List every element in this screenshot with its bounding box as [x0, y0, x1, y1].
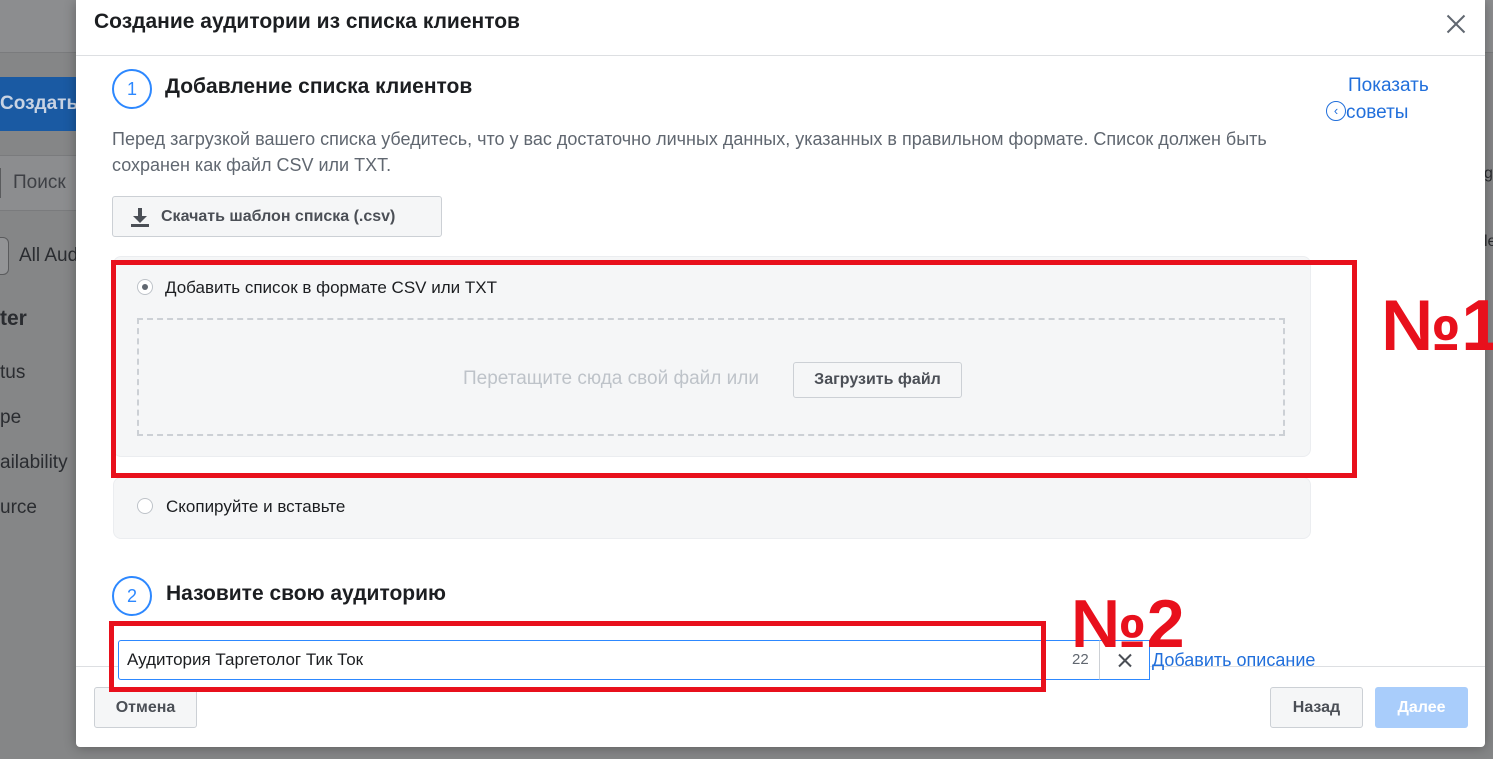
create-audience-button: Создать а	[0, 77, 78, 131]
add-description-link[interactable]: Добавить описание	[1152, 650, 1315, 671]
filter-heading: ter	[0, 307, 27, 330]
close-icon[interactable]	[1444, 12, 1468, 36]
clear-input-icon[interactable]	[1099, 640, 1150, 680]
all-audiences-filter: All Aud	[0, 236, 78, 276]
tips-label-2: советы	[1346, 102, 1409, 123]
intro-text: Перед загрузкой вашего списка убедитесь,…	[112, 129, 1267, 175]
next-button[interactable]: Далее	[1375, 687, 1468, 728]
step-2-number: 2	[112, 576, 152, 616]
create-audience-label: Создать а	[0, 93, 78, 114]
create-custom-audience-dialog: Создание аудитории из списка клиентов 1 …	[76, 0, 1485, 747]
dialog-title: Создание аудитории из списка клиентов	[94, 10, 520, 33]
upload-radio[interactable]	[137, 279, 153, 295]
paste-radio[interactable]	[137, 498, 153, 514]
audience-name-field[interactable]: 22	[118, 640, 1100, 680]
step-1-title: Добавление списка клиентов	[165, 75, 473, 98]
step-1-number: 1	[112, 69, 152, 109]
background-search: Поиск	[0, 155, 78, 211]
search-separator	[0, 167, 1, 198]
filter-availability: ailability	[0, 452, 68, 473]
filter-status: tus	[0, 362, 26, 383]
background-right-text-2: le	[1484, 233, 1493, 250]
back-button[interactable]: Назад	[1270, 687, 1363, 728]
upload-file-button[interactable]: Загрузить файл	[793, 362, 962, 398]
download-template-label: Скачать шаблон списка (.csv)	[161, 208, 396, 225]
character-count: 22	[1072, 651, 1089, 668]
search-placeholder: Поиск	[13, 172, 66, 193]
dialog-header: Создание аудитории из списка клиентов	[76, 0, 1485, 56]
filter-type: pe	[0, 407, 22, 428]
chevron-left-icon: ‹	[1326, 100, 1346, 121]
background-right-text-1: ge	[1484, 165, 1493, 182]
show-tips-link[interactable]: Показать ‹ советы	[1326, 72, 1466, 126]
all-audiences-label: All Aud	[19, 245, 78, 266]
download-template-button[interactable]: Скачать шаблон списка (.csv)	[112, 196, 442, 237]
paste-option-label[interactable]: Скопируйте и вставьте	[166, 497, 345, 517]
download-icon	[131, 208, 149, 227]
drop-text: Перетащите сюда свой файл или	[463, 368, 759, 389]
file-dropzone[interactable]: Перетащите сюда свой файл или Загрузить …	[137, 318, 1285, 436]
tips-label-1: Показать	[1348, 75, 1429, 96]
cancel-button[interactable]: Отмена	[94, 687, 197, 728]
filter-source: urce	[0, 497, 37, 518]
step-2-title: Назовите свою аудиторию	[166, 582, 446, 605]
filter-chip	[0, 236, 9, 275]
upload-option-label[interactable]: Добавить список в формате CSV или TXT	[165, 278, 497, 298]
audience-name-input[interactable]	[127, 641, 1057, 679]
